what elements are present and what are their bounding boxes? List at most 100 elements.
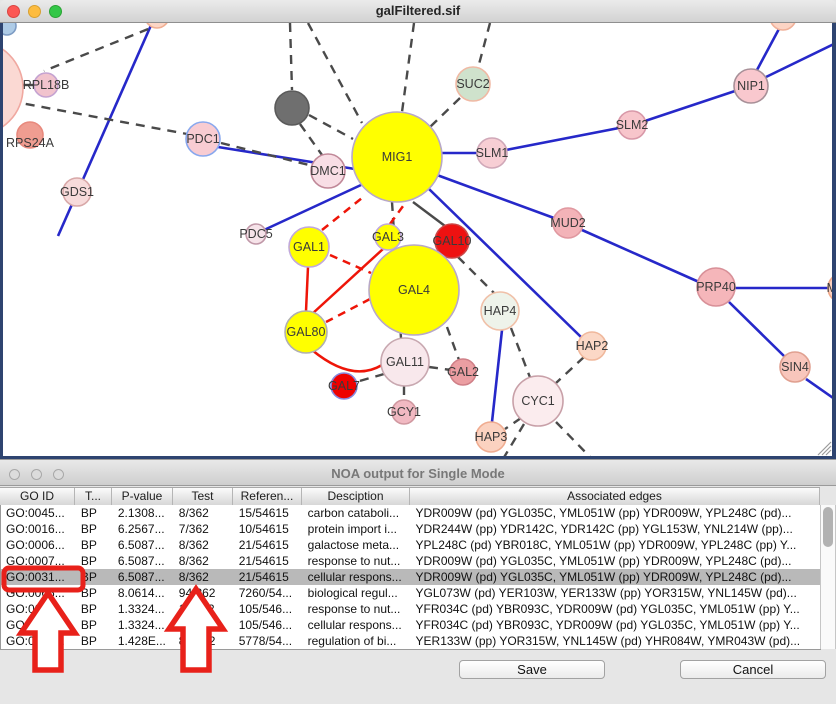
node-label: SUC2 — [456, 77, 489, 91]
node-label: GAL4 — [398, 283, 430, 297]
node-label: PDC5 — [239, 227, 272, 241]
network-edge — [766, 43, 836, 77]
network-node-mig1[interactable]: MIG1 — [352, 112, 442, 202]
network-node-nip1[interactable]: NIP1 — [734, 69, 768, 103]
network-node-gal80[interactable]: GAL80 — [285, 311, 327, 353]
network-node-pdc1[interactable]: PDC1 — [186, 122, 220, 156]
table-row[interactable]: GO:0007...BP6.5087...8/36221/54615respon… — [1, 553, 820, 569]
network-node-msl5[interactable]: MSL5 — [827, 273, 836, 303]
noa-window: NOA output for Single Mode GO IDT...P-va… — [0, 459, 836, 704]
table-cell: BP — [76, 505, 113, 521]
table-cell: 6.5087... — [113, 537, 174, 553]
network-node-hap3[interactable]: HAP3 — [475, 422, 508, 452]
network-node-hap4[interactable]: HAP4 — [481, 292, 519, 330]
table-cell: GO:0065... — [1, 585, 76, 601]
column-header-test[interactable]: Test — [173, 488, 233, 505]
table-cell: BP — [76, 585, 113, 601]
network-node-slm1[interactable]: SLM1 — [476, 138, 509, 168]
noa-titlebar[interactable]: NOA output for Single Mode — [0, 459, 836, 486]
network-node-slm2[interactable]: SLM2 — [616, 111, 649, 139]
table-cell: 10/54615 — [234, 521, 303, 537]
table-row[interactable]: GO:0031...BP1.3324...11/362105/546...res… — [1, 601, 820, 617]
table-row[interactable]: GO:0031...BP6.5087...8/36221/54615cellul… — [1, 569, 820, 585]
column-header-referen[interactable]: Referen... — [233, 488, 302, 505]
column-header-goid[interactable]: GO ID — [0, 488, 75, 505]
table-cell: 1.428E... — [113, 633, 174, 649]
scrollbar-thumb[interactable] — [823, 507, 833, 547]
node-large-left[interactable] — [0, 41, 23, 135]
save-button[interactable]: Save — [459, 660, 605, 679]
resize-grip[interactable] — [818, 442, 831, 455]
network-node-gal7[interactable]: GAL7 — [328, 373, 360, 399]
column-header-associatededges[interactable]: Associated edges — [410, 488, 820, 505]
table-cell: 8/362 — [174, 537, 234, 553]
network-node-dmc1[interactable]: DMC1 — [310, 154, 345, 188]
network-node-gds1[interactable]: GDS1 — [60, 178, 94, 206]
cancel-button[interactable]: Cancel — [680, 660, 826, 679]
network-edge — [309, 115, 353, 139]
node-label: MUD2 — [550, 216, 585, 230]
table-row[interactable]: GO:0006...BP6.5087...8/36221/54615galact… — [1, 537, 820, 553]
network-canvas[interactable]: RPL18B RPS24AGDS1 PDC1 MIG1 SUC2 SLM1 DMC1 SLM2… — [0, 23, 836, 459]
network-edge — [264, 185, 361, 230]
node-label: PDC1 — [186, 132, 219, 146]
network-edge — [806, 379, 836, 400]
network-node-gal1[interactable]: GAL1 — [289, 227, 329, 267]
network-edge — [430, 98, 460, 127]
network-node-prp40[interactable]: PRP40 — [696, 268, 736, 306]
column-header-desciption[interactable]: Desciption — [302, 488, 410, 505]
table-cell: YFR034C (pd) YBR093C, YDR009W (pd) YGL03… — [411, 601, 820, 617]
table-cell: 8/362 — [174, 553, 234, 569]
table-row[interactable]: GO:0050...BP1.428E...80/3625778/54...reg… — [1, 633, 820, 649]
network-node-gal4[interactable]: GAL4 — [369, 245, 459, 335]
network-window-title: galFiltered.sif — [0, 3, 836, 18]
table-cell: YER133W (pp) YOR315W, YNL145W (pd) YHR08… — [411, 633, 820, 649]
network-edge — [492, 330, 502, 422]
node-label: GAL1 — [293, 240, 325, 254]
table-row[interactable]: GO:0045...BP2.1308...8/36215/54615carbon… — [1, 505, 820, 521]
network-node-rps24a[interactable]: RPS24A — [6, 122, 55, 150]
network-node-gal3[interactable]: GAL3 — [372, 224, 404, 250]
network-edge — [511, 328, 531, 380]
table-cell: BP — [76, 601, 113, 617]
node-dark-gray[interactable] — [275, 91, 309, 125]
column-header-pvalue[interactable]: P-value — [112, 488, 173, 505]
network-node-gcy1[interactable]: GCY1 — [387, 400, 421, 424]
network-node-sin4[interactable]: SIN4 — [780, 352, 810, 382]
table-cell: 11/362 — [174, 617, 234, 633]
network-edge — [312, 350, 382, 371]
table-cell: 105/546... — [234, 617, 303, 633]
node-label: HAP2 — [576, 339, 609, 353]
network-node-pdc5[interactable]: PDC5 — [239, 224, 272, 244]
table-cell: 11/362 — [174, 601, 234, 617]
network-titlebar[interactable]: galFiltered.sif — [0, 0, 836, 23]
column-header-t[interactable]: T... — [75, 488, 112, 505]
node-label: HAP3 — [475, 430, 508, 444]
table-cell: 8/362 — [174, 505, 234, 521]
network-node-rpl18b[interactable]: RPL18B — [23, 73, 70, 97]
table-cell: GO:0050... — [1, 633, 76, 649]
network-node-cyc1[interactable]: CYC1 — [513, 376, 563, 426]
network-node-gal11[interactable]: GAL11 — [381, 338, 429, 386]
vertical-scrollbar[interactable] — [820, 505, 836, 649]
network-edge — [413, 202, 445, 226]
network-node-gal2[interactable]: GAL2 — [447, 359, 479, 385]
table-row[interactable]: GO:0065...BP8.0614...94/3627260/54...bio… — [1, 585, 820, 601]
table-cell: 80/362 — [174, 633, 234, 649]
network-edge — [402, 23, 414, 112]
network-edge — [556, 422, 592, 459]
table-row[interactable]: GO:0031...BP1.3324...11/362105/546...cel… — [1, 617, 820, 633]
node-top-partial[interactable] — [770, 23, 796, 30]
node-label: PRP40 — [696, 280, 736, 294]
table-cell: 6.2567... — [113, 521, 174, 537]
node-corner[interactable] — [0, 23, 16, 35]
node-label: SLM1 — [476, 146, 509, 160]
network-node-mud2[interactable]: MUD2 — [550, 208, 585, 238]
node-top-partial-2[interactable] — [145, 23, 169, 28]
network-edge — [326, 299, 370, 322]
table-cell: protein import i... — [303, 521, 411, 537]
network-node-suc2[interactable]: SUC2 — [456, 67, 490, 101]
node-label: GAL2 — [447, 365, 479, 379]
network-edge — [506, 128, 619, 150]
table-row[interactable]: GO:0016...BP6.2567...7/36210/54615protei… — [1, 521, 820, 537]
